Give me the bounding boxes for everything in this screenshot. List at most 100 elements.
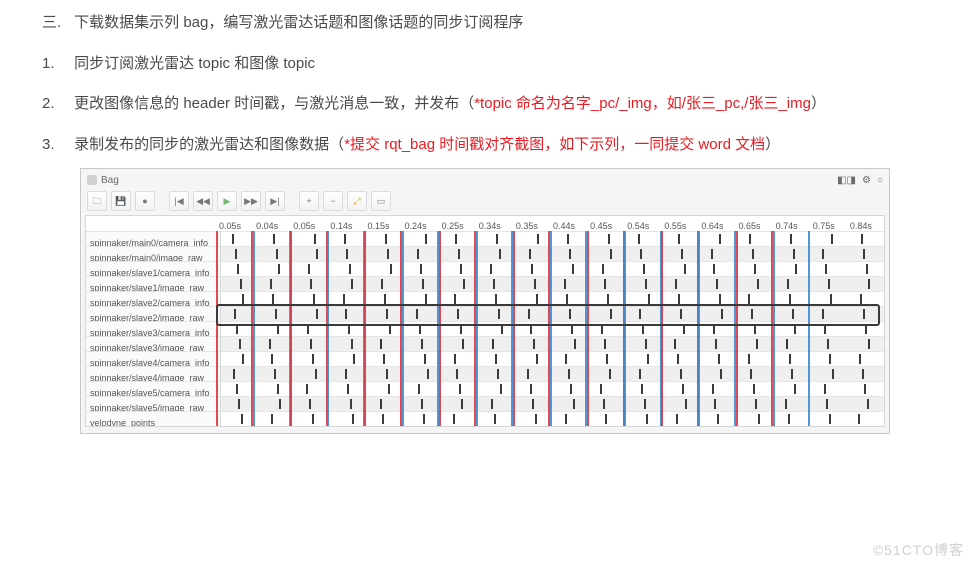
message-tick: [860, 294, 862, 304]
message-tick: [754, 264, 756, 274]
message-tick: [863, 249, 865, 259]
message-tick: [675, 279, 677, 289]
play-button[interactable]: ▶: [217, 191, 237, 211]
message-tick: [536, 294, 538, 304]
message-tick: [345, 369, 347, 379]
topic-track[interactable]: [221, 336, 884, 351]
time-label: 0.05s: [216, 216, 253, 231]
topic-track[interactable]: [221, 321, 884, 336]
topic-track[interactable]: [221, 276, 884, 291]
dock-icon[interactable]: ◧◨: [837, 169, 856, 192]
topic-track[interactable]: [221, 246, 884, 261]
message-tick: [640, 249, 642, 259]
message-tick: [242, 294, 244, 304]
message-tick: [350, 399, 352, 409]
message-tick: [234, 309, 236, 319]
message-tick: [537, 234, 539, 244]
message-tick: [236, 324, 238, 334]
topic-track[interactable]: [221, 396, 884, 411]
rewind-button[interactable]: ◀◀: [193, 191, 213, 211]
topic-track[interactable]: [221, 291, 884, 306]
message-tick: [423, 414, 425, 424]
message-tick: [756, 339, 758, 349]
message-tick: [344, 234, 346, 244]
message-tick: [527, 369, 529, 379]
zoom-fit-button[interactable]: ⤢: [347, 191, 367, 211]
message-tick: [569, 249, 571, 259]
topic-row: spinnaker/slave1/image_raw: [86, 276, 884, 291]
fast-forward-button[interactable]: ▶▶: [241, 191, 261, 211]
message-tick: [867, 399, 869, 409]
topic-label: spinnaker/main0/camera_info: [86, 231, 221, 246]
message-tick: [278, 264, 280, 274]
message-tick: [755, 399, 757, 409]
message-tick: [270, 279, 272, 289]
message-tick: [382, 414, 384, 424]
message-tick: [604, 279, 606, 289]
open-file-button[interactable]: 🗀: [87, 191, 107, 211]
message-tick: [786, 339, 788, 349]
message-tick: [496, 234, 498, 244]
message-tick: [386, 369, 388, 379]
topic-track[interactable]: [221, 366, 884, 381]
message-tick: [269, 339, 271, 349]
step-back-button[interactable]: |◀: [169, 191, 189, 211]
message-tick: [454, 354, 456, 364]
message-tick: [793, 249, 795, 259]
message-tick: [566, 294, 568, 304]
topic-track[interactable]: [221, 231, 884, 246]
message-tick: [790, 234, 792, 244]
time-label: 0.14s: [327, 216, 364, 231]
topic-track[interactable]: [221, 411, 884, 426]
message-tick: [456, 369, 458, 379]
message-tick: [453, 414, 455, 424]
message-tick: [716, 279, 718, 289]
message-tick: [752, 249, 754, 259]
message-tick: [753, 384, 755, 394]
message-tick: [421, 339, 423, 349]
topic-track[interactable]: [221, 306, 884, 321]
message-tick: [315, 369, 317, 379]
settings-icon[interactable]: ⚙: [862, 169, 871, 192]
topic-label: spinnaker/slave3/image_raw: [86, 336, 221, 351]
message-tick: [601, 324, 603, 334]
message-tick: [347, 384, 349, 394]
time-label: 0.64s: [698, 216, 735, 231]
message-tick: [352, 414, 354, 424]
message-tick: [491, 399, 493, 409]
message-tick: [353, 354, 355, 364]
topic-row: spinnaker/slave2/image_raw: [86, 306, 884, 321]
message-tick: [573, 399, 575, 409]
message-tick: [272, 294, 274, 304]
save-button[interactable]: 💾: [111, 191, 131, 211]
message-tick: [600, 384, 602, 394]
message-tick: [239, 339, 241, 349]
message-tick: [308, 264, 310, 274]
topic-row: spinnaker/slave3/image_raw: [86, 336, 884, 351]
rqt-bag-figure: Bag ◧◨ ⚙ ○ 🗀 💾 ● |◀ ◀◀ ▶ ▶▶ ▶| +: [80, 168, 890, 434]
thumbs-button[interactable]: ▭: [371, 191, 391, 211]
message-tick: [609, 369, 611, 379]
message-tick: [606, 354, 608, 364]
topic-track[interactable]: [221, 381, 884, 396]
message-tick: [273, 234, 275, 244]
record-button[interactable]: ●: [135, 191, 155, 211]
topic-label: spinnaker/slave5/camera_info: [86, 381, 221, 396]
message-tick: [713, 324, 715, 334]
message-tick: [418, 384, 420, 394]
message-tick: [751, 309, 753, 319]
message-tick: [604, 339, 606, 349]
message-tick: [571, 324, 573, 334]
timeline-panel[interactable]: 0.05s0.04s0.05s0.14s0.15s0.24s0.25s0.34s…: [85, 215, 885, 427]
zoom-out-button[interactable]: −: [323, 191, 343, 211]
message-tick: [495, 354, 497, 364]
heading-number: 三.: [42, 6, 70, 41]
zoom-in-button[interactable]: +: [299, 191, 319, 211]
close-icon[interactable]: ○: [877, 169, 883, 192]
topic-label: spinnaker/slave5/image_raw: [86, 396, 221, 411]
message-tick: [866, 264, 868, 274]
topic-track[interactable]: [221, 261, 884, 276]
time-label: 0.35s: [513, 216, 550, 231]
topic-track[interactable]: [221, 351, 884, 366]
step-forward-button[interactable]: ▶|: [265, 191, 285, 211]
